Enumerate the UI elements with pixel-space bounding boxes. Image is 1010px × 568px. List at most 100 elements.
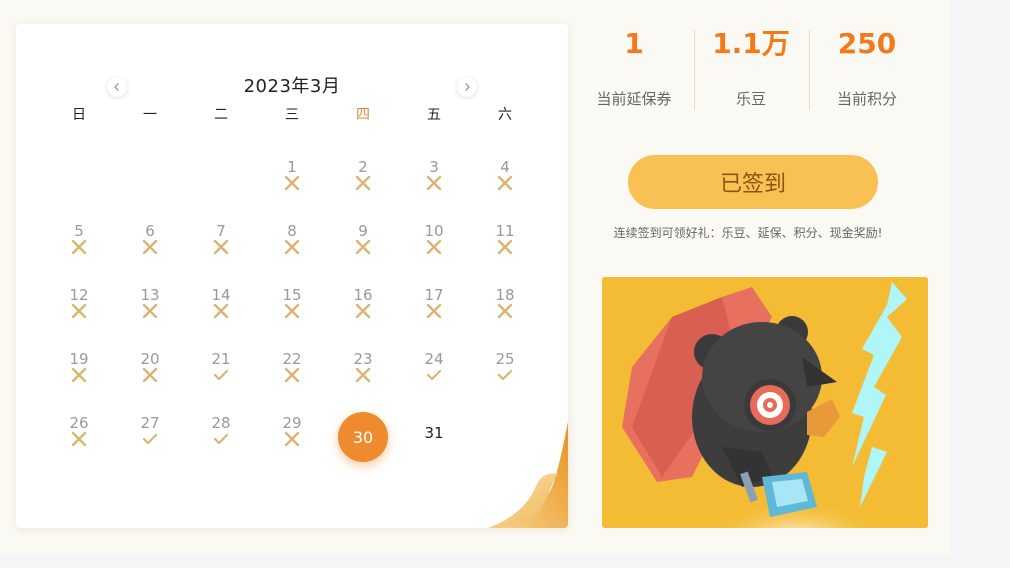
chevron-left-icon (114, 83, 119, 91)
cross-icon (355, 176, 371, 190)
day-number: 29 (282, 414, 302, 432)
today-day-cell[interactable]: 30 (338, 412, 388, 462)
weekday-label: 五 (427, 107, 441, 123)
check-icon (142, 433, 158, 445)
day-number: 1 (287, 158, 297, 176)
day-cell[interactable]: 13 (125, 286, 175, 330)
cross-icon (213, 304, 229, 318)
cross-icon (284, 368, 300, 382)
day-cell[interactable]: 19 (54, 350, 104, 394)
day-number: 28 (211, 414, 231, 432)
day-cell[interactable]: 20 (125, 350, 175, 394)
day-number: 19 (69, 350, 89, 368)
cross-icon (71, 240, 87, 254)
day-number: 5 (74, 222, 84, 240)
cross-icon (426, 176, 442, 190)
check-icon (497, 369, 513, 381)
day-cell[interactable]: 22 (267, 350, 317, 394)
day-cell[interactable]: 17 (409, 286, 459, 330)
month-title: 2023年3月 (243, 76, 341, 97)
day-cell[interactable]: 21 (196, 350, 246, 394)
day-cell[interactable]: 11 (480, 222, 530, 266)
stat-divider (809, 30, 810, 110)
signed-in-button[interactable]: 已签到 (628, 155, 878, 209)
check-icon (426, 369, 442, 381)
weekday-label: 一 (143, 107, 157, 123)
day-number: 16 (353, 286, 373, 304)
day-cell[interactable]: 12 (54, 286, 104, 330)
weekday-label: 日 (72, 107, 86, 123)
day-cell[interactable]: 29 (267, 414, 317, 458)
stat-item: 1 当前延保券 (569, 26, 699, 109)
stat-value: 1.1万 (712, 27, 790, 60)
cross-icon (426, 304, 442, 318)
cross-icon (71, 368, 87, 382)
day-number: 25 (495, 350, 515, 368)
day-cell[interactable]: 25 (480, 350, 530, 394)
cross-icon (71, 432, 87, 446)
day-number: 6 (145, 222, 155, 240)
day-cell[interactable]: 4 (480, 158, 530, 202)
cross-icon (142, 368, 158, 382)
cross-icon (71, 304, 87, 318)
day-cell[interactable]: 6 (125, 222, 175, 266)
prev-month-button[interactable] (107, 77, 127, 97)
stat-label: 当前延保券 (596, 90, 672, 108)
cross-icon (497, 304, 513, 318)
day-number: 7 (216, 222, 226, 240)
check-icon (213, 369, 229, 381)
cross-icon (213, 240, 229, 254)
cross-icon (284, 176, 300, 190)
weekday-label: 四 (356, 107, 370, 123)
cross-icon (497, 240, 513, 254)
day-cell[interactable]: 10 (409, 222, 459, 266)
day-number: 15 (282, 286, 302, 304)
day-number: 26 (69, 414, 89, 432)
cross-icon (284, 304, 300, 318)
day-number: 17 (424, 286, 444, 304)
stat-value: 1 (624, 27, 644, 60)
day-cell[interactable]: 16 (338, 286, 388, 330)
stat-divider (694, 30, 695, 110)
day-cell[interactable]: 7 (196, 222, 246, 266)
weekday-label: 六 (498, 107, 512, 123)
promo-illustration (602, 277, 928, 528)
day-number: 13 (140, 286, 160, 304)
cross-icon (284, 432, 300, 446)
day-number: 18 (495, 286, 515, 304)
day-cell[interactable]: 28 (196, 414, 246, 458)
cross-icon (284, 240, 300, 254)
day-cell[interactable]: 15 (267, 286, 317, 330)
day-cell[interactable]: 26 (54, 414, 104, 458)
day-number: 12 (69, 286, 89, 304)
next-month-button[interactable] (457, 77, 477, 97)
cross-icon (355, 304, 371, 318)
calendar-header: 2023年3月 (16, 72, 568, 102)
chevron-right-icon (465, 83, 470, 91)
stat-label: 乐豆 (735, 90, 766, 108)
day-number: 21 (211, 350, 231, 368)
day-number: 11 (495, 222, 515, 240)
day-cell[interactable]: 9 (338, 222, 388, 266)
cross-icon (142, 240, 158, 254)
stat-label: 当前积分 (836, 90, 897, 108)
day-cell[interactable]: 5 (54, 222, 104, 266)
page-curl-decoration (488, 422, 568, 528)
day-cell[interactable]: 14 (196, 286, 246, 330)
day-cell[interactable]: 3 (409, 158, 459, 202)
day-cell[interactable]: 24 (409, 350, 459, 394)
cross-icon (142, 304, 158, 318)
day-cell[interactable]: 8 (267, 222, 317, 266)
day-cell[interactable]: 1 (267, 158, 317, 202)
day-cell[interactable]: 27 (125, 414, 175, 458)
day-number: 24 (424, 350, 444, 368)
day-cell[interactable]: 2 (338, 158, 388, 202)
stat-item: 250 当前积分 (802, 26, 932, 109)
day-cell[interactable]: 31 (409, 414, 459, 458)
day-cell[interactable]: 18 (480, 286, 530, 330)
day-cell[interactable]: 23 (338, 350, 388, 394)
cross-icon (355, 368, 371, 382)
stat-value: 250 (837, 27, 897, 60)
day-number: 22 (282, 350, 302, 368)
cross-icon (497, 176, 513, 190)
